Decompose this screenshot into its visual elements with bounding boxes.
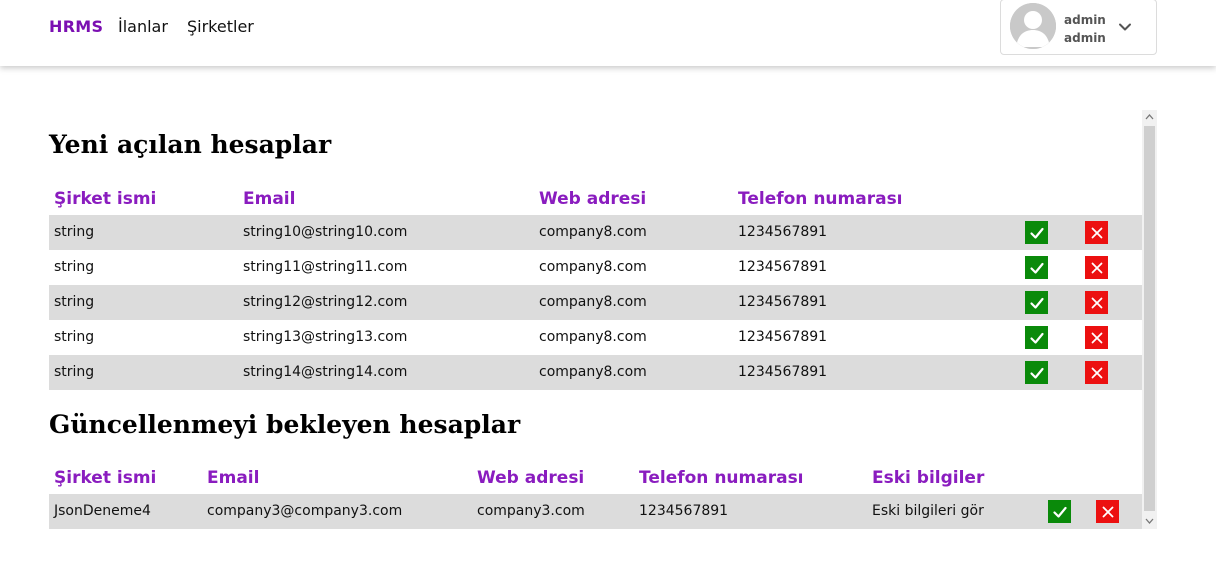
cell-email: string13@string13.com [243,329,408,345]
header-email: Email [243,189,296,209]
cell-company: string [54,224,95,240]
table-row: string string12@string12.com company8.co… [49,285,1142,320]
cell-phone: 1234567891 [738,294,828,310]
scroll-down-arrow-icon[interactable] [1144,516,1155,526]
approve-button[interactable] [1025,221,1048,244]
reject-button[interactable] [1085,326,1108,349]
header-phone-number: Telefon numarası [639,468,804,488]
table-row: string string13@string13.com company8.co… [49,320,1142,355]
close-icon [1102,506,1113,517]
brand-logo-link[interactable]: HRMS [49,17,103,36]
check-icon [1029,227,1044,239]
cell-email: string14@string14.com [243,364,408,380]
cell-web: company3.com [477,503,585,519]
header-web-address: Web adresi [477,468,585,488]
scrollbar-thumb[interactable] [1144,126,1155,511]
user-name: admin [1064,13,1106,27]
approve-button[interactable] [1025,256,1048,279]
cell-web: company8.com [539,259,647,275]
cell-company: string [54,329,95,345]
cell-company: string [54,259,95,275]
close-icon [1091,262,1102,273]
check-icon [1029,332,1044,344]
user-avatar-icon [1010,3,1056,49]
nav-link-ilanlar[interactable]: İlanlar [118,17,168,36]
cell-email: string12@string12.com [243,294,408,310]
reject-button[interactable] [1085,291,1108,314]
approve-button[interactable] [1025,361,1048,384]
avatar [1010,3,1056,49]
user-surname: admin [1064,31,1106,45]
cell-web: company8.com [539,329,647,345]
scroll-up-arrow-icon[interactable] [1144,112,1155,122]
pending-updates-title: Güncellenmeyi bekleyen hesaplar [49,410,521,439]
cell-web: company8.com [539,294,647,310]
check-icon [1029,297,1044,309]
close-icon [1091,332,1102,343]
user-menu[interactable]: admin admin [1000,0,1157,55]
header-old-info: Eski bilgiler [872,468,985,488]
header-email: Email [207,468,260,488]
header-web-address: Web adresi [539,189,647,209]
header-company-name: Şirket ismi [54,189,157,209]
cell-company: string [54,364,95,380]
view-old-info-link[interactable]: Eski bilgileri gör [872,503,984,519]
cell-web: company8.com [539,364,647,380]
reject-button[interactable] [1096,500,1119,523]
table-row: JsonDeneme4 company3@company3.com compan… [49,494,1142,529]
cell-phone: 1234567891 [639,503,729,519]
cell-email: string11@string11.com [243,259,408,275]
cell-email: company3@company3.com [207,503,403,519]
close-icon [1091,227,1102,238]
user-name-block: admin admin [1064,11,1106,47]
cell-phone: 1234567891 [738,329,828,345]
top-navbar: HRMS İlanlar Şirketler admin admin [0,0,1216,66]
table-row: string string14@string14.com company8.co… [49,355,1142,390]
cell-company: JsonDeneme4 [54,503,151,519]
table-row: string string11@string11.com company8.co… [49,250,1142,285]
approve-button[interactable] [1025,326,1048,349]
approve-button[interactable] [1025,291,1048,314]
cell-phone: 1234567891 [738,259,828,275]
header-phone-number: Telefon numarası [738,189,903,209]
check-icon [1029,367,1044,379]
chevron-down-icon[interactable] [1117,19,1133,35]
check-icon [1052,506,1067,518]
approve-button[interactable] [1048,500,1071,523]
header-company-name: Şirket ismi [54,468,157,488]
cell-phone: 1234567891 [738,364,828,380]
cell-company: string [54,294,95,310]
cell-web: company8.com [539,224,647,240]
close-icon [1091,297,1102,308]
reject-button[interactable] [1085,361,1108,384]
table-row: string string10@string10.com company8.co… [49,215,1142,250]
reject-button[interactable] [1085,221,1108,244]
cell-email: string10@string10.com [243,224,408,240]
cell-phone: 1234567891 [738,224,828,240]
check-icon [1029,262,1044,274]
new-accounts-title: Yeni açılan hesaplar [49,130,332,159]
nav-link-sirketler[interactable]: Şirketler [187,17,254,36]
close-icon [1091,367,1102,378]
reject-button[interactable] [1085,256,1108,279]
